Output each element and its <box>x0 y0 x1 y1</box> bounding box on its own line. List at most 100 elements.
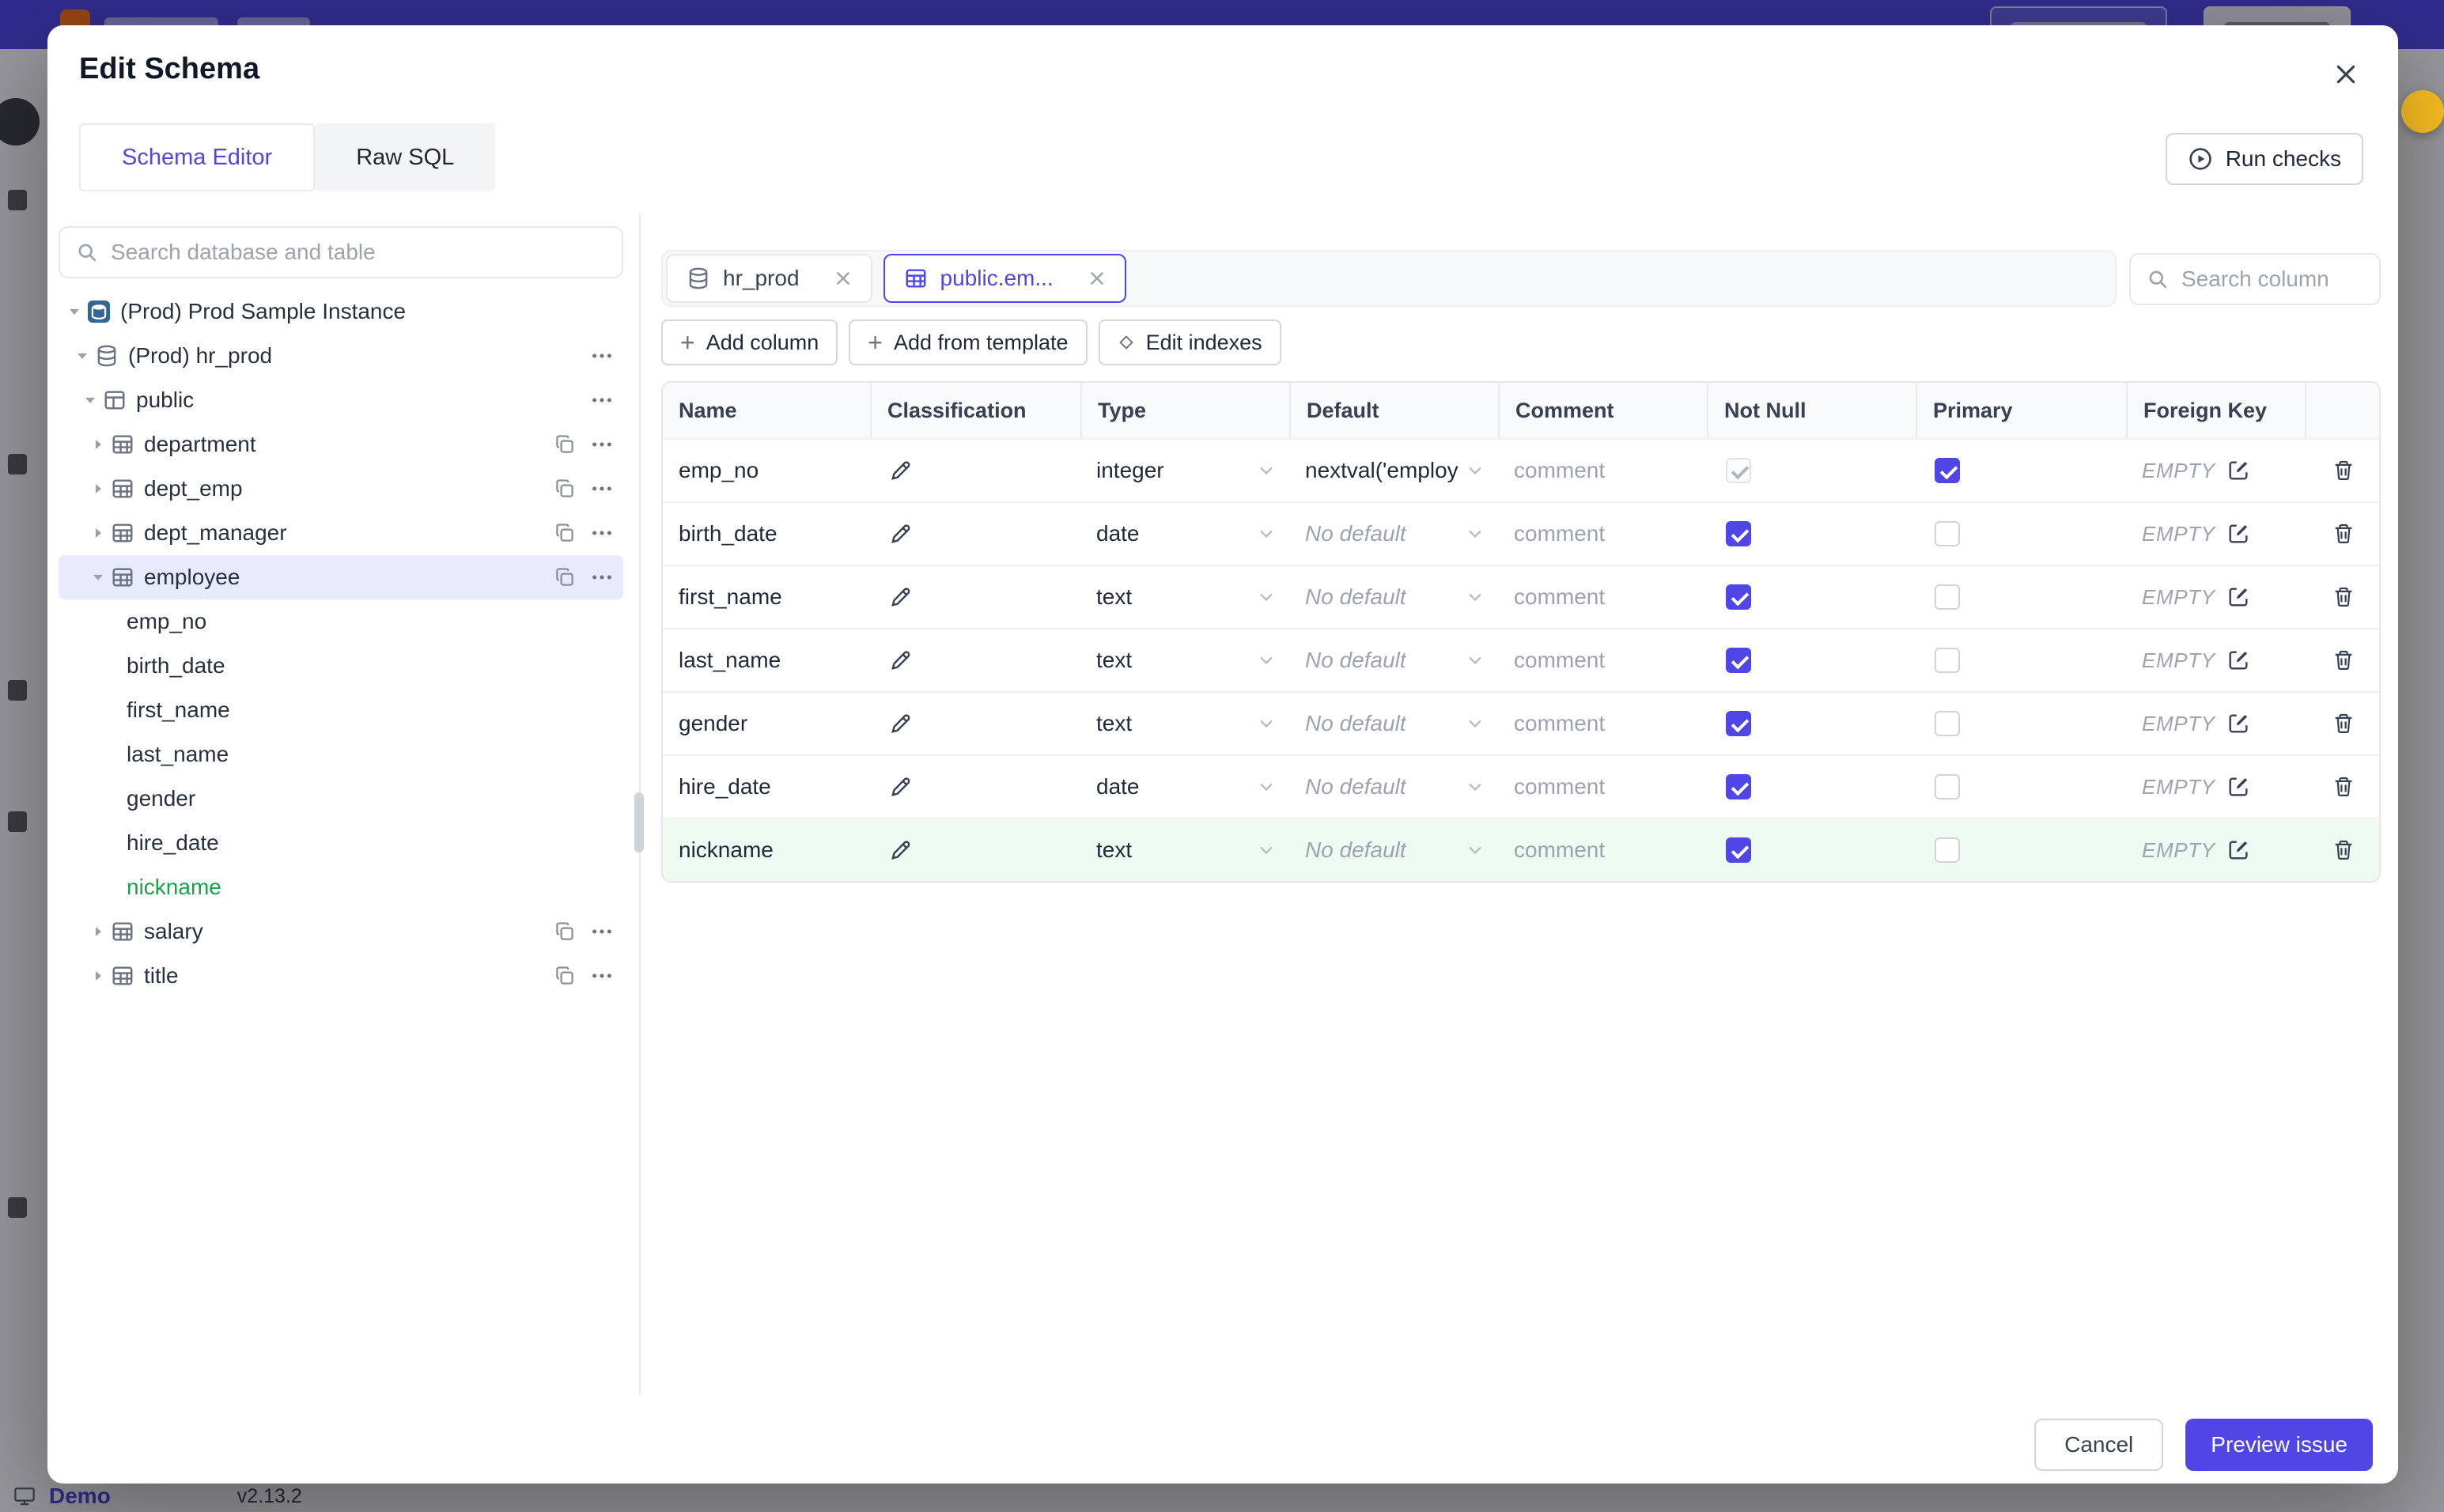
tree-node-dept_emp[interactable]: dept_emp <box>59 467 623 511</box>
not-null-checkbox[interactable] <box>1726 774 1751 799</box>
primary-checkbox[interactable] <box>1935 648 1960 673</box>
tree-search-input[interactable] <box>111 240 606 265</box>
delete-column-icon[interactable] <box>2332 838 2355 862</box>
caret-down-icon[interactable] <box>70 348 95 364</box>
type-select[interactable]: text <box>1080 648 1289 673</box>
edit-indexes-button[interactable]: Edit indexes <box>1098 319 1281 365</box>
caret-down-icon[interactable] <box>62 304 87 319</box>
tree-node-employee[interactable]: employee <box>59 555 623 599</box>
type-select[interactable]: text <box>1080 837 1289 863</box>
foreign-key-edit-icon[interactable] <box>2226 838 2250 862</box>
tree-node-gender[interactable]: gender <box>59 777 623 821</box>
comment-input[interactable]: comment <box>1498 837 1707 863</box>
close-chip-icon[interactable] <box>834 270 852 287</box>
help-button[interactable] <box>2401 90 2444 133</box>
primary-checkbox[interactable] <box>1935 837 1960 863</box>
tree-node-dept_manager[interactable]: dept_manager <box>59 511 623 555</box>
foreign-key-edit-icon[interactable] <box>2226 648 2250 672</box>
copy-icon[interactable] <box>554 478 576 500</box>
comment-input[interactable]: comment <box>1498 458 1707 483</box>
copy-icon[interactable] <box>554 920 576 943</box>
comment-input[interactable]: comment <box>1498 584 1707 610</box>
not-null-checkbox[interactable] <box>1726 711 1751 736</box>
caret-down-icon[interactable] <box>78 392 103 408</box>
default-select[interactable]: No default <box>1289 774 1498 799</box>
tree-node-emp_no[interactable]: emp_no <box>59 599 623 644</box>
column-name-input[interactable]: hire_date <box>663 774 870 799</box>
not-null-checkbox[interactable] <box>1726 837 1751 863</box>
close-icon[interactable] <box>2325 54 2366 95</box>
classification-edit-icon[interactable] <box>889 522 913 546</box>
tree-node-public[interactable]: public <box>59 378 623 422</box>
primary-checkbox[interactable] <box>1935 521 1960 546</box>
more-menu-icon[interactable] <box>590 477 614 501</box>
tree-search-box[interactable] <box>59 226 623 278</box>
caret-down-icon[interactable] <box>85 569 111 585</box>
comment-input[interactable]: comment <box>1498 774 1707 799</box>
tree-node--prod-hr_prod[interactable]: (Prod) hr_prod <box>59 334 623 378</box>
not-null-checkbox[interactable] <box>1726 458 1751 483</box>
tree-node-first_name[interactable]: first_name <box>59 688 623 732</box>
caret-right-icon[interactable] <box>85 968 111 984</box>
preview-issue-button[interactable]: Preview issue <box>2185 1419 2373 1471</box>
default-select[interactable]: nextval('employ <box>1289 458 1498 483</box>
not-null-checkbox[interactable] <box>1726 521 1751 546</box>
foreign-key-edit-icon[interactable] <box>2226 522 2250 546</box>
default-select[interactable]: No default <box>1289 837 1498 863</box>
close-chip-icon[interactable] <box>1088 270 1106 287</box>
classification-edit-icon[interactable] <box>889 712 913 735</box>
add-from-template-button[interactable]: + Add from template <box>849 319 1088 365</box>
tree-node-department[interactable]: department <box>59 422 623 467</box>
more-menu-icon[interactable] <box>590 344 614 368</box>
column-name-input[interactable]: last_name <box>663 648 870 673</box>
type-select[interactable]: text <box>1080 584 1289 610</box>
comment-input[interactable]: comment <box>1498 521 1707 546</box>
column-name-input[interactable]: gender <box>663 711 870 736</box>
tree-node-nickname[interactable]: nickname <box>59 865 623 909</box>
more-menu-icon[interactable] <box>590 565 614 589</box>
default-select[interactable]: No default <box>1289 521 1498 546</box>
tab-chip-table[interactable]: public.em... <box>883 254 1126 303</box>
foreign-key-edit-icon[interactable] <box>2226 459 2250 482</box>
column-name-input[interactable]: nickname <box>663 837 870 863</box>
tree-node-title[interactable]: title <box>59 954 623 998</box>
primary-checkbox[interactable] <box>1935 711 1960 736</box>
foreign-key-edit-icon[interactable] <box>2226 775 2250 799</box>
pane-resize-handle[interactable] <box>634 792 644 852</box>
copy-icon[interactable] <box>554 522 576 544</box>
tab-schema-editor[interactable]: Schema Editor <box>79 123 316 191</box>
default-select[interactable]: No default <box>1289 584 1498 610</box>
primary-checkbox[interactable] <box>1935 774 1960 799</box>
comment-input[interactable]: comment <box>1498 648 1707 673</box>
classification-edit-icon[interactable] <box>889 648 913 672</box>
copy-icon[interactable] <box>554 965 576 987</box>
tree-node-hire_date[interactable]: hire_date <box>59 821 623 865</box>
caret-right-icon[interactable] <box>85 924 111 939</box>
add-column-button[interactable]: + Add column <box>661 319 838 365</box>
primary-checkbox[interactable] <box>1935 458 1960 483</box>
more-menu-icon[interactable] <box>590 521 614 545</box>
column-search-box[interactable] <box>2129 253 2381 305</box>
type-select[interactable]: date <box>1080 521 1289 546</box>
delete-column-icon[interactable] <box>2332 712 2355 735</box>
type-select[interactable]: text <box>1080 711 1289 736</box>
tree-node-birth_date[interactable]: birth_date <box>59 644 623 688</box>
primary-checkbox[interactable] <box>1935 584 1960 610</box>
delete-column-icon[interactable] <box>2332 459 2355 482</box>
classification-edit-icon[interactable] <box>889 459 913 482</box>
copy-icon[interactable] <box>554 433 576 455</box>
delete-column-icon[interactable] <box>2332 585 2355 609</box>
tree-node-salary[interactable]: salary <box>59 909 623 954</box>
foreign-key-edit-icon[interactable] <box>2226 712 2250 735</box>
column-search-input[interactable] <box>2181 266 2363 292</box>
more-menu-icon[interactable] <box>590 964 614 988</box>
column-name-input[interactable]: emp_no <box>663 458 870 483</box>
type-select[interactable]: integer <box>1080 458 1289 483</box>
more-menu-icon[interactable] <box>590 388 614 412</box>
more-menu-icon[interactable] <box>590 920 614 943</box>
classification-edit-icon[interactable] <box>889 775 913 799</box>
foreign-key-edit-icon[interactable] <box>2226 585 2250 609</box>
type-select[interactable]: date <box>1080 774 1289 799</box>
column-name-input[interactable]: birth_date <box>663 521 870 546</box>
caret-right-icon[interactable] <box>85 437 111 452</box>
